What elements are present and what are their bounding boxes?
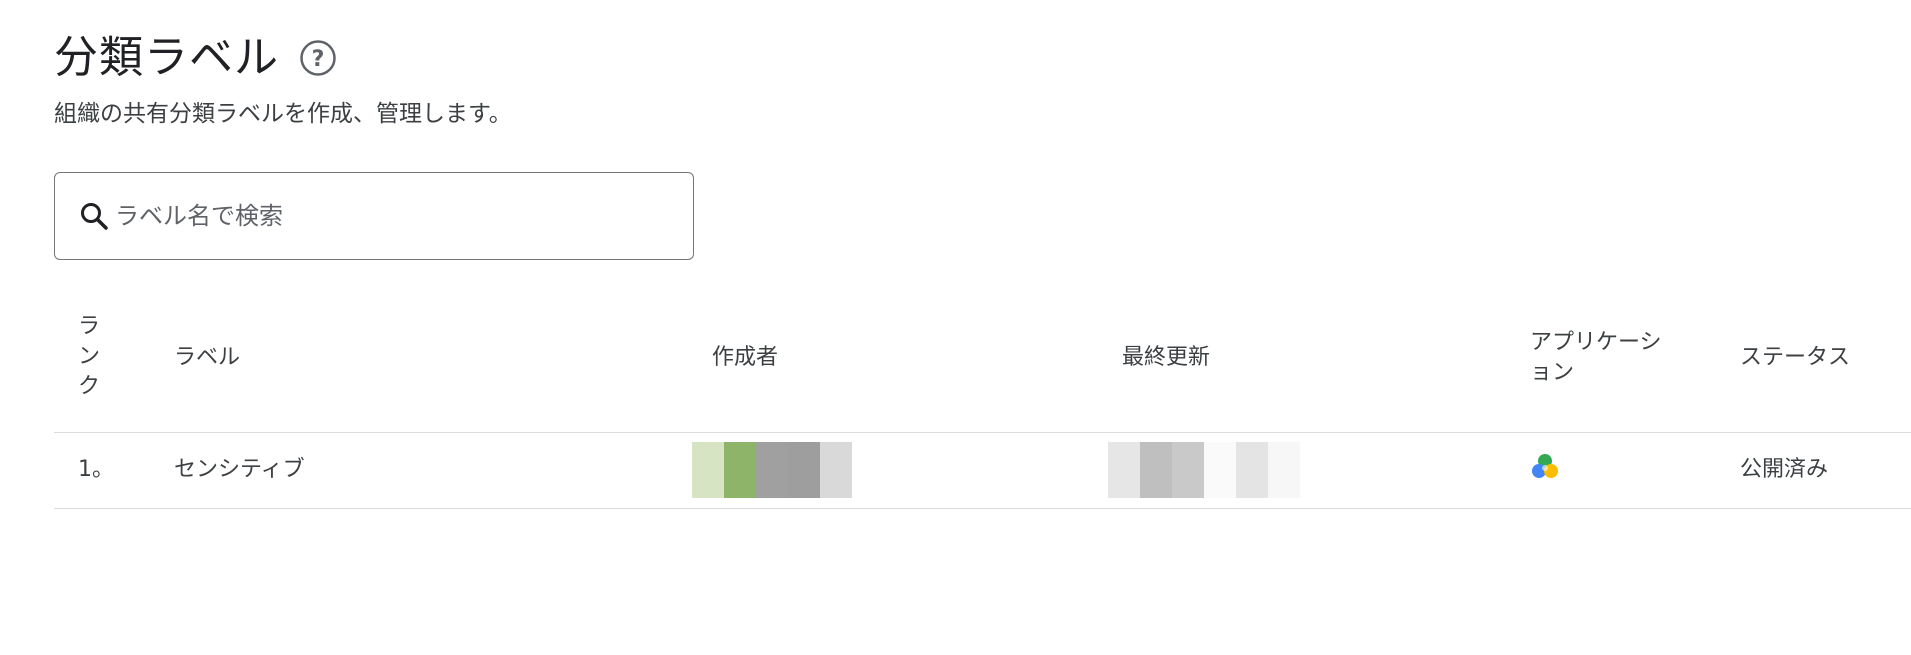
page-title: 分類ラベル xyxy=(54,32,279,83)
column-header-applications[interactable]: アプリケーション xyxy=(1530,328,1680,388)
table-header-row: ランク ラベル 作成者 最終更新 アプリケーション ステータス xyxy=(54,300,1911,433)
svg-text:?: ? xyxy=(312,47,325,72)
help-circle-icon[interactable]: ? xyxy=(299,39,337,77)
row-rank: 1。 xyxy=(78,457,114,482)
column-header-author[interactable]: 作成者 xyxy=(712,343,778,373)
table-row[interactable]: 1。 センシティブ 公開済み xyxy=(54,433,1911,509)
row-label-name[interactable]: センシティブ xyxy=(174,455,305,485)
search-box[interactable] xyxy=(54,172,694,260)
title-row: 分類ラベル ? xyxy=(54,30,337,86)
page-subtitle: 組織の共有分類ラベルを作成、管理します。 xyxy=(54,101,512,127)
column-header-rank[interactable]: ランク xyxy=(78,312,102,402)
row-status: 公開済み xyxy=(1740,457,1829,482)
column-header-label[interactable]: ラベル xyxy=(174,343,240,373)
column-header-status[interactable]: ステータス xyxy=(1740,343,1850,373)
column-header-updated[interactable]: 最終更新 xyxy=(1122,343,1210,373)
search-icon xyxy=(79,201,109,231)
google-drive-icon xyxy=(1530,452,1560,482)
row-updated-redacted xyxy=(1108,442,1300,498)
search-input[interactable] xyxy=(115,196,675,236)
page: 分類ラベル ? 組織の共有分類ラベルを作成、管理します。 ランク ラベル 作成者… xyxy=(0,0,1911,655)
row-author-redacted xyxy=(692,442,852,498)
